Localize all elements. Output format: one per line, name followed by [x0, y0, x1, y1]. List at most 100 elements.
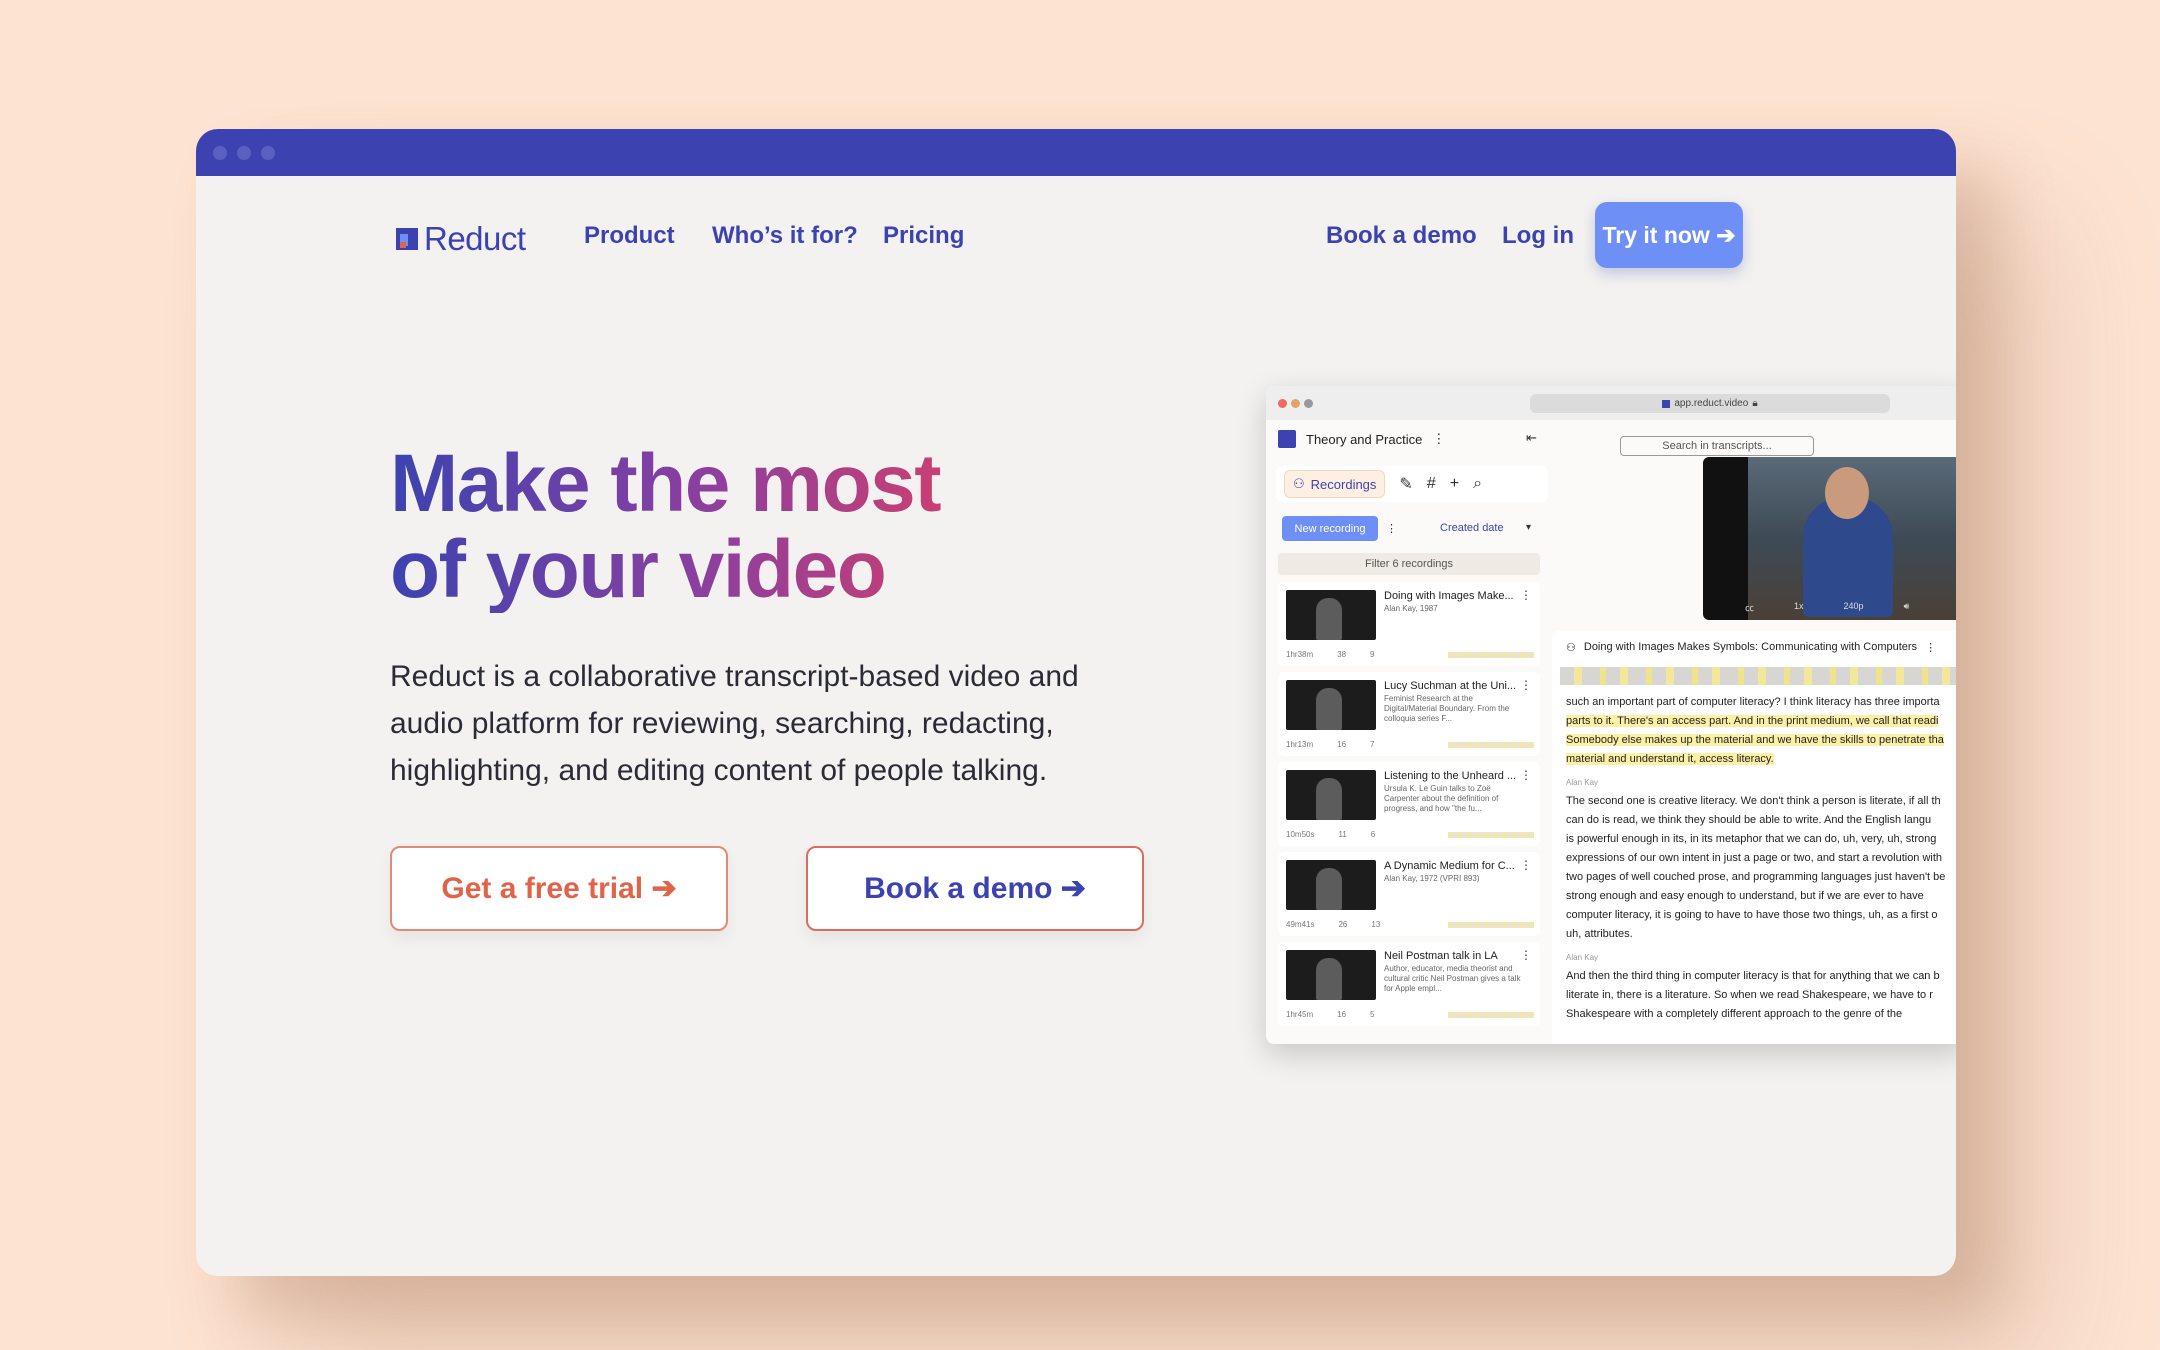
video-controls: ㏄ 1x 240p 🔊︎: [1703, 601, 1956, 614]
recording-more-icon[interactable]: ⋮: [1520, 678, 1532, 692]
highlight-density-bar: [1448, 922, 1534, 928]
recording-meta: 1hr38m 38 9: [1286, 650, 1374, 659]
window-titlebar: [196, 129, 1956, 176]
transcript-search-input[interactable]: Search in transcripts...: [1620, 436, 1814, 456]
nav-whos-it-for[interactable]: Who’s it for?: [712, 222, 858, 250]
site-icon: [1662, 399, 1671, 408]
app-screenshot: app.reduct.video 🔒︎ Theory and Practice …: [1266, 386, 1956, 1044]
app-minimize-dot: [1291, 399, 1300, 408]
video-speaker-head: [1825, 467, 1869, 519]
transcript-line[interactable]: expressions of our own intent in just a …: [1566, 849, 1956, 868]
transcript-line[interactable]: uh, attributes.: [1566, 925, 1956, 944]
recording-more-icon[interactable]: ⋮: [1520, 588, 1532, 602]
transcript-line[interactable]: material and understand it, access liter…: [1566, 750, 1956, 769]
recording-item[interactable]: Listening to the Unheard ... Ursula K. L…: [1278, 762, 1540, 846]
recording-more-icon[interactable]: ⋮: [1520, 858, 1532, 872]
collapse-sidebar-icon[interactable]: ⇤: [1526, 430, 1537, 446]
volume-icon[interactable]: 🔊︎: [1904, 601, 1910, 614]
clip-count: 16: [1337, 1010, 1347, 1019]
clip-count: 38: [1337, 650, 1347, 659]
highlight-icon[interactable]: ✎: [1399, 474, 1412, 494]
recording-title: Listening to the Unheard ...: [1384, 770, 1517, 782]
tag-count: 5: [1370, 1010, 1375, 1019]
tab-recordings-label: Recordings: [1310, 476, 1377, 492]
transcript-line[interactable]: can do is read, we think they should be …: [1566, 811, 1956, 830]
recording-more-icon[interactable]: ⋮: [1520, 768, 1532, 782]
recording-description: Alan Kay, 1972 (VPRI 893): [1384, 874, 1480, 883]
new-recording-more-icon[interactable]: ⋮: [1386, 522, 1397, 535]
logo[interactable]: Reduct: [396, 220, 526, 258]
transcript-line[interactable]: And then the third thing in computer lit…: [1566, 967, 1956, 986]
recording-meta: 1hr13m 16 7: [1286, 740, 1374, 749]
transcript-line[interactable]: strong enough and easy enough to underst…: [1566, 887, 1956, 906]
tag-count: 9: [1370, 650, 1375, 659]
hashtag-icon[interactable]: #: [1427, 475, 1436, 493]
sort-direction-icon[interactable]: ▾: [1526, 522, 1531, 533]
transcript-line[interactable]: computer literacy, it is going to have t…: [1566, 906, 1956, 925]
window-close-dot[interactable]: [213, 146, 227, 160]
speaker-label: Alan Kay: [1566, 953, 1599, 962]
video-player[interactable]: ㏄ 1x 240p 🔊︎: [1703, 457, 1956, 620]
recording-meta: 49m41s 26 13: [1286, 920, 1380, 929]
people-icon: ⚇: [1293, 476, 1305, 491]
book-demo-button[interactable]: Book a demo ➔: [806, 846, 1144, 931]
recording-description: Ursula K. Le Guin talks to Zoë Carpenter…: [1384, 784, 1499, 813]
app-titlebar: app.reduct.video 🔒︎: [1266, 386, 1956, 420]
highlight-density-bar: [1448, 742, 1534, 748]
sort-dropdown[interactable]: Created date: [1440, 522, 1504, 534]
nav-product[interactable]: Product: [584, 222, 675, 250]
recording-item[interactable]: Lucy Suchman at the Uni... Feminist Rese…: [1278, 672, 1540, 756]
plus-icon[interactable]: +: [1450, 475, 1459, 493]
nav-book-demo[interactable]: Book a demo: [1326, 222, 1477, 250]
highlight-density-bar: [1448, 1012, 1534, 1018]
new-recording-button[interactable]: New recording: [1282, 516, 1378, 541]
duration: 1hr38m: [1286, 650, 1314, 659]
recording-thumbnail: [1286, 590, 1376, 640]
tab-recordings[interactable]: ⚇ Recordings: [1284, 470, 1386, 498]
recording-title: Lucy Suchman at the Uni...: [1384, 680, 1517, 692]
recording-thumbnail: [1286, 770, 1376, 820]
clip-count: 11: [1338, 830, 1347, 839]
hero-subtitle: Reduct is a collaborative transcript-bas…: [390, 660, 1079, 787]
try-it-now-button[interactable]: Try it now ➔: [1595, 202, 1743, 268]
captions-icon[interactable]: ㏄: [1745, 601, 1754, 614]
nav-pricing[interactable]: Pricing: [883, 222, 964, 250]
transcript-line[interactable]: is powerful enough in its, in its metaph…: [1566, 830, 1956, 849]
playback-speed[interactable]: 1x: [1794, 601, 1804, 614]
project-icon: [1278, 430, 1296, 448]
duration: 10m50s: [1286, 830, 1315, 839]
transcript-line[interactable]: The second one is creative literacy. We …: [1566, 792, 1956, 811]
recording-item[interactable]: Neil Postman talk in LA Author, educator…: [1278, 942, 1540, 1026]
nav-login[interactable]: Log in: [1502, 222, 1574, 250]
recording-title: Doing with Images Make...: [1384, 590, 1514, 602]
people-icon: ⚇: [1566, 642, 1576, 654]
recording-more-icon[interactable]: ⋮: [1520, 948, 1532, 962]
transcript-text[interactable]: such an important part of computer liter…: [1566, 693, 1956, 1024]
highlight-density-bar: [1448, 652, 1534, 658]
transcript-more-icon[interactable]: ⋮: [1925, 641, 1936, 654]
top-nav: Reduct Product Who’s it for? Pricing Boo…: [196, 176, 1956, 300]
recording-item[interactable]: Doing with Images Make... Alan Kay, 1987…: [1278, 582, 1540, 666]
transcript-line[interactable]: parts to it. There's an access part. And…: [1566, 712, 1956, 731]
transcript-line[interactable]: two pages of well couched prose, and pro…: [1566, 868, 1956, 887]
recording-item[interactable]: A Dynamic Medium for C... Alan Kay, 1972…: [1278, 852, 1540, 936]
transcript-line[interactable]: Somebody else makes up the material and …: [1566, 731, 1956, 750]
more-icon[interactable]: ⋮: [1432, 431, 1445, 447]
browser-window: Reduct Product Who’s it for? Pricing Boo…: [196, 129, 1956, 1276]
hero-title-line2: of your video: [390, 524, 886, 615]
transcript-line[interactable]: literate in, there is a literature. So w…: [1566, 986, 1956, 1005]
transcript-line[interactable]: Shakespeare with a completely different …: [1566, 1005, 1956, 1024]
recording-thumbnail: [1286, 680, 1376, 730]
quality-selector[interactable]: 240p: [1844, 601, 1864, 614]
recording-title: A Dynamic Medium for C...: [1384, 860, 1515, 872]
search-icon[interactable]: ⌕: [1473, 475, 1482, 493]
window-minimize-dot[interactable]: [237, 146, 251, 160]
transcript-panel: ⚇ Doing with Images Makes Symbols: Commu…: [1552, 631, 1956, 1044]
window-zoom-dot[interactable]: [261, 146, 275, 160]
recording-meta: 1hr45m 16 5: [1286, 1010, 1374, 1019]
timeline-waveform[interactable]: [1560, 667, 1956, 685]
filter-recordings-input[interactable]: Filter 6 recordings: [1278, 553, 1540, 575]
transcript-line[interactable]: such an important part of computer liter…: [1566, 693, 1956, 712]
address-bar[interactable]: app.reduct.video 🔒︎: [1530, 394, 1890, 413]
free-trial-button[interactable]: Get a free trial ➔: [390, 846, 728, 931]
